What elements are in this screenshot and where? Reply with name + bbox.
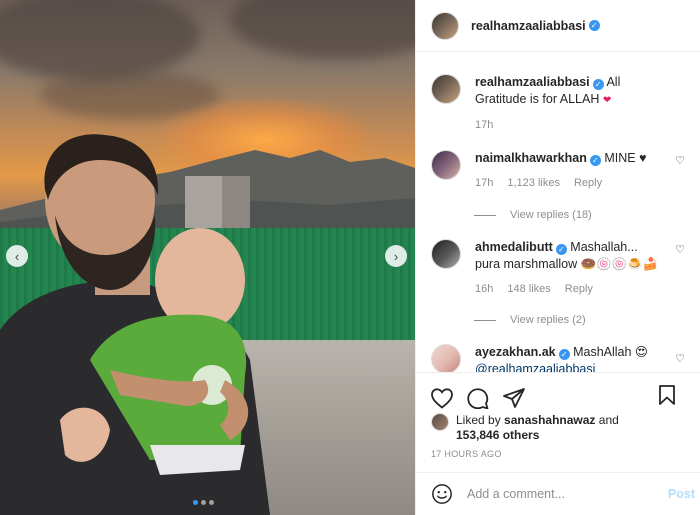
liked-by-label: Liked by [456, 413, 501, 427]
verified-badge-icon: ✓ [588, 20, 600, 31]
view-replies-toggle[interactable]: View replies (2) [474, 314, 586, 326]
author-avatar[interactable] [431, 74, 461, 104]
carousel-indicator [193, 500, 214, 505]
red-heart-icon: ❤ [602, 95, 612, 106]
comment-item: ayezakhan.ak ✓ MashAllah 😍 @realhamzaalia… [431, 344, 693, 372]
view-replies-label: View replies (2) [510, 314, 586, 326]
comments-list[interactable]: realhamzaaliabbasi ✓ All Gratitude is for… [416, 52, 700, 372]
commenter-avatar[interactable] [431, 239, 461, 269]
emoji-icon[interactable] [431, 483, 453, 505]
share-icon[interactable] [502, 387, 526, 409]
view-replies-label: View replies (18) [510, 209, 592, 221]
post-timestamp[interactable]: 17 HOURS AGO [416, 449, 700, 459]
comment-text: ayezakhan.ak ✓ MashAllah 😍 [475, 344, 665, 361]
liker-avatar[interactable] [431, 413, 449, 431]
comment-item: naimalkhawarkhan ✓ MINE ♥ 17h 1,123 likes… [431, 150, 693, 189]
post-actions: Liked by sanashahnawaz and 153,846 other… [416, 372, 700, 470]
like-comment-heart-icon[interactable]: ♡ [675, 243, 685, 256]
post-header: realhamzaaliabbasi ✓ [416, 0, 700, 52]
comment-item: ahmedalibutt ✓ Mashallah... pura marshmal… [431, 239, 693, 295]
comment-username[interactable]: ahmedalibutt [475, 240, 553, 254]
verified-badge-icon: ✓ [555, 244, 567, 255]
carousel-dot [201, 500, 206, 505]
caption-text: realhamzaaliabbasi ✓ All Gratitude is for… [475, 74, 665, 109]
bookmark-icon[interactable] [657, 384, 677, 406]
like-comment-heart-icon[interactable]: ♡ [675, 352, 685, 365]
post-photo[interactable]: ‹ › [0, 0, 415, 515]
verified-badge-icon: ✓ [592, 79, 604, 90]
author-username[interactable]: realhamzaaliabbasi [471, 19, 586, 33]
view-replies-toggle[interactable]: View replies (18) [474, 209, 592, 221]
add-comment-bar: Add a comment... Post [416, 472, 700, 515]
comment-body: MINE ♥ [604, 151, 647, 165]
carousel-dot [193, 500, 198, 505]
post-comment-button[interactable]: Post [668, 487, 695, 501]
comment-time[interactable]: 17h [475, 177, 493, 189]
commenter-avatar[interactable] [431, 150, 461, 180]
likes-count[interactable]: 153,846 others [456, 428, 539, 442]
likes-text: Liked by sanashahnawaz and 153,846 other… [456, 413, 619, 443]
comment-meta: 17h 1,123 likes Reply [475, 177, 665, 189]
liked-by-and: and [598, 413, 619, 427]
chevron-right-icon: › [393, 248, 399, 264]
likes-summary: Liked by sanashahnawaz and 153,846 other… [416, 413, 700, 443]
comment-time[interactable]: 16h [475, 283, 493, 295]
like-comment-heart-icon[interactable]: ♡ [675, 154, 685, 167]
heart-icon[interactable] [430, 387, 454, 409]
comment-meta: 16h 148 likes Reply [475, 283, 665, 295]
comment-username[interactable]: ayezakhan.ak [475, 345, 556, 359]
next-slide-button[interactable]: › [385, 245, 407, 267]
comment-likes[interactable]: 148 likes [507, 283, 550, 295]
people-illustration [0, 134, 270, 515]
comment-text: ahmedalibutt ✓ Mashallah... pura marshmal… [475, 239, 665, 273]
caption-username[interactable]: realhamzaaliabbasi [475, 75, 590, 89]
replies-divider [474, 214, 496, 216]
post-sidebar: realhamzaaliabbasi ✓ realhamzaaliabbasi ✓… [415, 0, 700, 515]
comment-username[interactable]: naimalkhawarkhan [475, 151, 587, 165]
verified-badge-icon: ✓ [589, 155, 601, 166]
chevron-left-icon: ‹ [14, 248, 20, 264]
author-avatar[interactable] [431, 11, 459, 40]
reply-button[interactable]: Reply [565, 283, 593, 295]
replies-divider [474, 319, 496, 321]
comment-mention[interactable]: @realhamzaaliabbasi [475, 361, 665, 372]
commenter-avatar[interactable] [431, 344, 461, 372]
previous-slide-button[interactable]: ‹ [6, 245, 28, 267]
comment-icon[interactable] [466, 387, 490, 409]
verified-badge-icon: ✓ [558, 349, 570, 360]
comment-text: naimalkhawarkhan ✓ MINE ♥ [475, 150, 665, 167]
reply-button[interactable]: Reply [574, 177, 602, 189]
comment-body: MashAllah 😍 [573, 345, 648, 359]
liked-by-username[interactable]: sanashahnawaz [504, 413, 595, 427]
comment-input[interactable]: Add a comment... [467, 487, 668, 501]
caption: realhamzaaliabbasi ✓ All Gratitude is for… [431, 74, 693, 131]
action-icons [416, 373, 700, 413]
caption-time[interactable]: 17h [475, 119, 493, 131]
carousel-dot [209, 500, 214, 505]
caption-meta: 17h [475, 119, 665, 131]
comment-likes[interactable]: 1,123 likes [507, 177, 560, 189]
